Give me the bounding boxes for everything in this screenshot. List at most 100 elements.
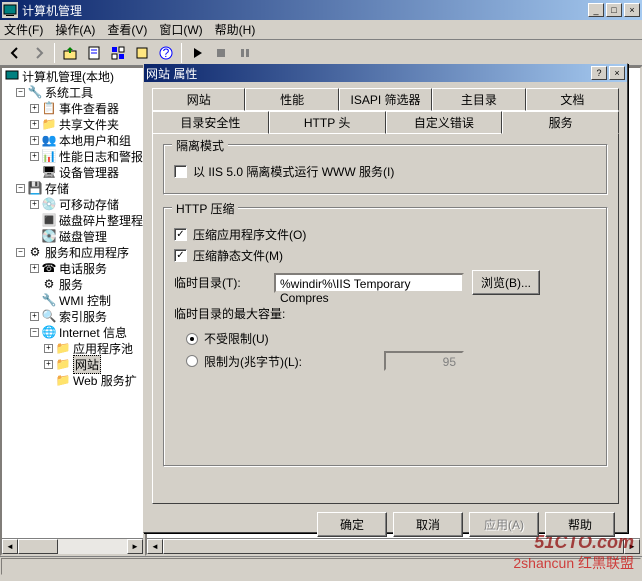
tree-wmi[interactable]: 🔧WMI 控制 <box>2 292 143 308</box>
tab-httpheaders[interactable]: HTTP 头 <box>269 111 386 134</box>
tree-websites[interactable]: +📁网站 <box>2 356 143 372</box>
limited-row[interactable]: 限制为(兆字节)(L): 95 <box>186 351 597 371</box>
compress-static-checkbox[interactable]: ✓ <box>174 249 187 262</box>
export-button[interactable] <box>131 42 153 64</box>
iis5-checkbox[interactable] <box>174 165 187 178</box>
folder-icon: 📁 <box>55 340 71 356</box>
unlimited-radio[interactable] <box>186 333 198 345</box>
gear-icon: ⚙ <box>41 276 57 292</box>
maximize-button[interactable]: □ <box>606 3 622 17</box>
tempdir-input[interactable]: %windir%\IIS Temporary Compres <box>274 273 464 293</box>
tab-body: 隔离模式 以 IIS 5.0 隔离模式运行 WWW 服务(I) HTTP 压缩 … <box>152 134 619 504</box>
iis5-isolation-row[interactable]: 以 IIS 5.0 隔离模式运行 WWW 服务(I) <box>174 163 597 180</box>
tree-indexing[interactable]: +🔍索引服务 <box>2 308 143 324</box>
tree-perflogs[interactable]: +📊性能日志和警报 <box>2 148 143 164</box>
tabs: 网站 性能 ISAPI 筛选器 主目录 文档 目录安全性 HTTP 头 自定义错… <box>152 88 619 134</box>
play-button[interactable] <box>186 42 208 64</box>
tab-documents[interactable]: 文档 <box>526 88 619 111</box>
tree-storage[interactable]: −💾存储 <box>2 180 143 196</box>
tab-homedir[interactable]: 主目录 <box>432 88 525 111</box>
tab-isapi[interactable]: ISAPI 筛选器 <box>339 88 432 111</box>
expand-icon[interactable]: + <box>30 264 39 273</box>
tempdir-row: 临时目录(T): %windir%\IIS Temporary Compres … <box>174 270 597 295</box>
compress-app-row[interactable]: ✓ 压缩应用程序文件(O) <box>174 226 597 243</box>
perf-icon: 📊 <box>41 148 57 164</box>
tree-iis[interactable]: −🌐Internet 信息 <box>2 324 143 340</box>
stop-button[interactable] <box>210 42 232 64</box>
close-button[interactable]: × <box>624 3 640 17</box>
scroll-thumb[interactable] <box>18 539 58 554</box>
expand-icon[interactable]: + <box>30 152 39 161</box>
menu-help[interactable]: 帮助(H) <box>215 21 256 38</box>
tree-scrollbar[interactable]: ◄ ► <box>2 538 143 554</box>
pause-button[interactable] <box>234 42 256 64</box>
limited-radio[interactable] <box>186 355 198 367</box>
dialog-help-button[interactable]: ? <box>591 66 607 80</box>
menu-window[interactable]: 窗口(W) <box>159 21 202 38</box>
unlimited-label: 不受限制(U) <box>204 330 269 347</box>
tab-dirsecurity[interactable]: 目录安全性 <box>152 111 269 134</box>
expand-icon[interactable]: + <box>30 104 39 113</box>
compression-legend: HTTP 压缩 <box>172 200 238 217</box>
menu-view[interactable]: 查看(V) <box>107 21 147 38</box>
dialog-close-button[interactable]: × <box>609 66 625 80</box>
tree-services[interactable]: ⚙服务 <box>2 276 143 292</box>
collapse-icon[interactable]: − <box>30 328 39 337</box>
tab-customerrors[interactable]: 自定义错误 <box>386 111 503 134</box>
svg-text:?: ? <box>163 46 170 60</box>
tree-diskmgmt[interactable]: 💽磁盘管理 <box>2 228 143 244</box>
back-button[interactable] <box>4 42 26 64</box>
apply-button[interactable]: 应用(A) <box>469 512 539 537</box>
compress-app-checkbox[interactable]: ✓ <box>174 228 187 241</box>
collapse-icon[interactable]: − <box>16 184 25 193</box>
refresh-button[interactable] <box>107 42 129 64</box>
expand-icon[interactable]: + <box>30 200 39 209</box>
scroll-left-button[interactable]: ◄ <box>2 539 18 554</box>
properties-dialog: 网站 属性 ? × 网站 性能 ISAPI 筛选器 主目录 文档 目录安全性 H… <box>143 63 628 533</box>
browse-button[interactable]: 浏览(B)... <box>472 270 540 295</box>
menu-file[interactable]: 文件(F) <box>4 21 43 38</box>
tree-defrag[interactable]: 🔳磁盘碎片整理程 <box>2 212 143 228</box>
tree-eventviewer[interactable]: +📋事件查看器 <box>2 100 143 116</box>
cancel-button[interactable]: 取消 <box>393 512 463 537</box>
help-button[interactable]: 帮助 <box>545 512 615 537</box>
forward-button[interactable] <box>28 42 50 64</box>
compress-static-row[interactable]: ✓ 压缩静态文件(M) <box>174 247 597 264</box>
scroll-right-button[interactable]: ► <box>127 539 143 554</box>
tree-devmgr[interactable]: 🖥设备管理器 <box>2 164 143 180</box>
window-title: 计算机管理 <box>22 2 82 19</box>
dialog-buttons: 确定 取消 应用(A) 帮助 <box>144 504 627 545</box>
help-button[interactable]: ? <box>155 42 177 64</box>
tree-root[interactable]: 计算机管理(本地) <box>2 68 143 84</box>
tree-systools[interactable]: −🔧系统工具 <box>2 84 143 100</box>
tree-shared[interactable]: +📁共享文件夹 <box>2 116 143 132</box>
tree-telephony[interactable]: +☎电话服务 <box>2 260 143 276</box>
expand-icon[interactable]: + <box>44 360 53 369</box>
expand-icon[interactable]: + <box>30 136 39 145</box>
limit-value-input: 95 <box>384 351 464 371</box>
compress-app-label: 压缩应用程序文件(O) <box>193 226 306 243</box>
minimize-button[interactable]: _ <box>588 3 604 17</box>
tree-services-apps[interactable]: −⚙服务和应用程序 <box>2 244 143 260</box>
expand-icon[interactable]: + <box>44 344 53 353</box>
defrag-icon: 🔳 <box>41 212 57 228</box>
ok-button[interactable]: 确定 <box>317 512 387 537</box>
expand-icon[interactable]: + <box>30 120 39 129</box>
tab-performance[interactable]: 性能 <box>245 88 338 111</box>
tree-webext[interactable]: 📁Web 服务扩 <box>2 372 143 388</box>
tree-removable[interactable]: +💿可移动存储 <box>2 196 143 212</box>
compression-group: HTTP 压缩 ✓ 压缩应用程序文件(O) ✓ 压缩静态文件(M) 临时目录(T… <box>163 207 608 467</box>
tools-icon: 🔧 <box>27 84 43 100</box>
tab-service[interactable]: 服务 <box>502 111 619 134</box>
tree-users[interactable]: +👥本地用户和组 <box>2 132 143 148</box>
up-button[interactable] <box>59 42 81 64</box>
unlimited-row[interactable]: 不受限制(U) <box>186 330 597 347</box>
collapse-icon[interactable]: − <box>16 88 25 97</box>
tab-website[interactable]: 网站 <box>152 88 245 111</box>
services-icon: ⚙ <box>27 244 43 260</box>
menu-action[interactable]: 操作(A) <box>55 21 95 38</box>
collapse-icon[interactable]: − <box>16 248 25 257</box>
tree-panel: 计算机管理(本地) −🔧系统工具 +📋事件查看器 +📁共享文件夹 +👥本地用户和… <box>0 66 145 556</box>
properties-button[interactable] <box>83 42 105 64</box>
expand-icon[interactable]: + <box>30 312 39 321</box>
